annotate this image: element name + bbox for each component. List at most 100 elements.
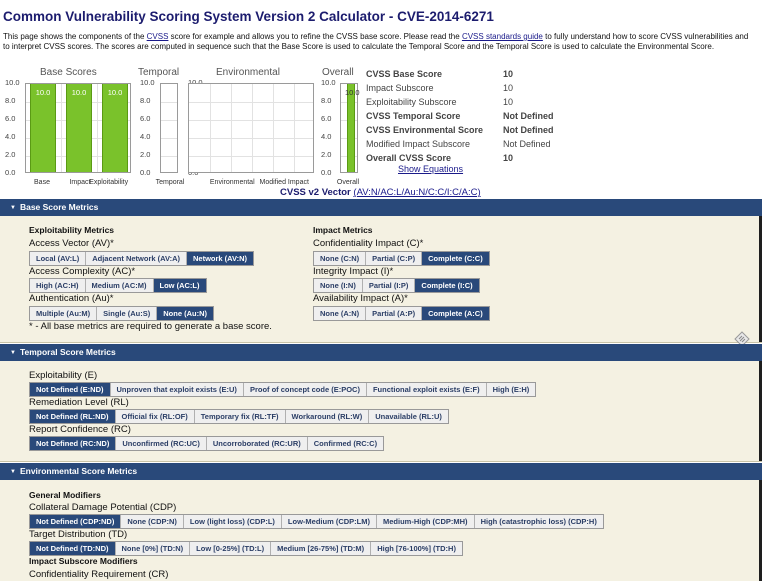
chart-group-title: Base Scores: [40, 67, 97, 78]
score-value: 10: [503, 69, 514, 79]
rl-option-button[interactable]: Unavailable (RL:U): [369, 410, 448, 423]
bar-value-label: 10.0: [71, 88, 87, 97]
impact-metrics-title: Impact Metrics: [313, 225, 373, 235]
intro-part-2: score for example and allows you to refi…: [168, 32, 462, 41]
y-tick-label: 6.0: [140, 114, 151, 123]
rl-option-button[interactable]: Not Defined (RL:ND): [30, 410, 116, 423]
cdp-option-button[interactable]: None (CDP:N): [121, 515, 184, 528]
cdp-label: Collateral Damage Potential (CDP): [29, 502, 177, 513]
e-option-button[interactable]: Proof of concept code (E:POC): [243, 383, 367, 396]
bar-value-label: 10.0: [35, 88, 51, 97]
confidentiality-requirement-label: Confidentiality Requirement (CR): [29, 569, 169, 580]
cvss-standards-guide-link[interactable]: CVSS standards guide: [462, 32, 543, 41]
c-option-button[interactable]: None (C:N): [314, 252, 367, 265]
chart-bar: 10.0: [66, 84, 92, 172]
av-option-button[interactable]: Network (AV:N): [187, 252, 254, 265]
chart-bar: 10.0: [345, 84, 360, 172]
a-option-button[interactable]: Partial (A:P): [366, 307, 423, 320]
rl-option-button[interactable]: Official fix (RL:OF): [115, 410, 195, 423]
cvss-link[interactable]: CVSS: [147, 32, 169, 41]
rc-option-button[interactable]: Confirmed (RC:C): [307, 437, 384, 450]
a-option-button[interactable]: None (A:N): [314, 307, 367, 320]
target-distribution-options: Not Defined (TD:ND) None [0%] (TD:N) Low […: [29, 541, 463, 556]
gridline: [61, 84, 63, 172]
score-value: Not Defined: [503, 125, 554, 135]
vector-label: CVSS v2 Vector: [280, 187, 354, 198]
gridline: [294, 84, 295, 172]
report-confidence-options: Not Defined (RC:ND) Unconfirmed (RC:UC) Un…: [29, 436, 385, 451]
rl-option-button[interactable]: Workaround (RL:W): [285, 410, 370, 423]
page-title: Common Vulnerability Scoring System Vers…: [3, 9, 494, 24]
exploitability-label: Exploitability (E): [29, 370, 98, 381]
temporal-metrics-header[interactable]: ▼ Temporal Score Metrics: [0, 344, 762, 361]
gridline: [252, 84, 253, 172]
y-tick-label: 0.0: [140, 168, 151, 177]
cdp-option-button[interactable]: Not Defined (CDP:ND): [30, 515, 122, 528]
score-value: Not Defined: [503, 111, 554, 121]
a-option-button[interactable]: Complete (A:C): [422, 307, 489, 320]
rl-option-button[interactable]: Temporary fix (RL:TF): [194, 410, 286, 423]
i-option-button[interactable]: Complete (I:C): [415, 279, 479, 292]
y-tick-label: 10.0: [5, 78, 20, 87]
y-tick-label: 2.0: [5, 150, 16, 159]
authentication-options: Multiple (Au:M) Single (Au:S) None (Au:N): [29, 306, 214, 321]
y-tick-label: 10.0: [321, 78, 336, 87]
cdp-options: Not Defined (CDP:ND) None (CDP:N) Low (lig…: [29, 514, 604, 529]
y-tick-label: 2.0: [321, 150, 332, 159]
intro-text: This page shows the components of the CV…: [3, 32, 755, 51]
td-option-button[interactable]: Low [0-25%] (TD:L): [190, 542, 272, 555]
cdp-option-button[interactable]: Low-Medium (CDP:LM): [281, 515, 377, 528]
chart-plot-area: 10.0: [340, 83, 360, 173]
rc-option-button[interactable]: Not Defined (RC:ND): [30, 437, 117, 450]
base-metrics-panel: Exploitability Metrics Access Vector (AV…: [0, 216, 762, 343]
e-option-button[interactable]: Functional exploit exists (E:F): [366, 383, 487, 396]
au-option-button[interactable]: Single (Au:S): [97, 307, 158, 320]
y-tick-label: 8.0: [140, 96, 151, 105]
integrity-impact-options: None (I:N) Partial (I:P) Complete (I:C): [313, 278, 480, 293]
access-vector-label: Access Vector (AV)*: [29, 238, 114, 249]
ac-option-button[interactable]: Low (AC:L): [153, 279, 206, 292]
e-option-button[interactable]: Not Defined (E:ND): [30, 383, 111, 396]
score-label: CVSS Environmental Score: [366, 125, 484, 135]
td-option-button[interactable]: None [0%] (TD:N): [115, 542, 191, 555]
td-option-button[interactable]: High [76-100%] (TD:H): [371, 542, 462, 555]
cdp-option-button[interactable]: High (catastrophic loss) (CDP:H): [474, 515, 603, 528]
score-label: Impact Subscore: [366, 83, 434, 93]
c-option-button[interactable]: Complete (C:C): [422, 252, 489, 265]
cdp-option-button[interactable]: Medium-High (CDP:MH): [376, 515, 475, 528]
target-distribution-label: Target Distribution (TD): [29, 529, 128, 540]
e-option-button[interactable]: High (E:H): [486, 383, 536, 396]
cdp-option-button[interactable]: Low (light loss) (CDP:L): [183, 515, 282, 528]
rc-option-button[interactable]: Uncorroborated (RC:UR): [206, 437, 308, 450]
gridline: [161, 120, 177, 121]
bar-value-label: 10.0: [345, 88, 360, 97]
td-option-button[interactable]: Medium [26-75%] (TD:M): [271, 542, 372, 555]
vector-link[interactable]: (AV:N/AC:L/Au:N/C:C/I:C/A:C): [353, 187, 480, 198]
ac-option-button[interactable]: Medium (AC:M): [85, 279, 154, 292]
au-option-button[interactable]: None (Au:N): [157, 307, 213, 320]
gridline: [161, 138, 177, 139]
confidentiality-impact-options: None (C:N) Partial (C:P) Complete (C:C): [313, 251, 490, 266]
au-option-button[interactable]: Multiple (Au:M): [30, 307, 98, 320]
exploitability-options: Not Defined (E:ND) Unproven that exploit …: [29, 382, 537, 397]
c-option-button[interactable]: Partial (C:P): [366, 252, 423, 265]
i-option-button[interactable]: Partial (I:P): [362, 279, 416, 292]
base-metrics-header[interactable]: ▼ Base Score Metrics: [0, 199, 762, 216]
y-tick-label: 8.0: [5, 96, 16, 105]
gridline: [273, 84, 274, 172]
score-label: CVSS Base Score: [366, 69, 443, 79]
e-option-button[interactable]: Unproven that exploit exists (E:U): [110, 383, 244, 396]
rc-option-button[interactable]: Unconfirmed (RC:UC): [116, 437, 207, 450]
environmental-metrics-header[interactable]: ▼ Environmental Score Metrics: [0, 463, 762, 480]
ac-option-button[interactable]: High (AC:H): [30, 279, 86, 292]
y-tick-label: 0.0: [321, 168, 332, 177]
y-tick-label: 2.0: [140, 150, 151, 159]
av-option-button[interactable]: Adjacent Network (AV:A): [86, 252, 187, 265]
i-option-button[interactable]: None (I:N): [314, 279, 363, 292]
score-label: CVSS Temporal Score: [366, 111, 461, 121]
exploitability-metrics-title: Exploitability Metrics: [29, 225, 115, 235]
show-equations-link[interactable]: Show Equations: [398, 164, 463, 174]
av-option-button[interactable]: Local (AV:L): [30, 252, 87, 265]
td-option-button[interactable]: Not Defined (TD:ND): [30, 542, 116, 555]
chart-bar: 10.0: [30, 84, 56, 172]
